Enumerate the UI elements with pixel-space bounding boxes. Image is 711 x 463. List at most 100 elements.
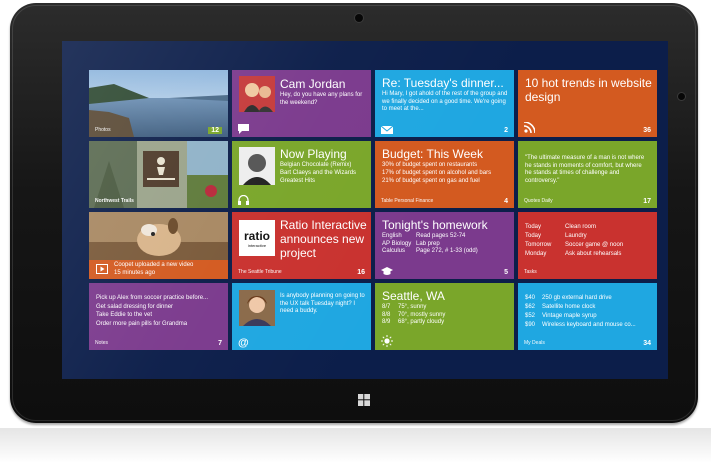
quotes-badge: 17 [643,198,651,205]
notes-tile[interactable]: Pick up Alex from soccer practice before… [89,283,228,350]
forecast-row: 8/8 70°, mostly sunny [382,312,510,320]
forecast-text: 68°, partly cloudy [398,319,445,325]
at-mention-icon: @ [238,337,249,349]
notes-list: Pick up Alex from soccer practice before… [96,294,226,328]
tasks-tile[interactable]: Today Clean room Today Laundry Tomorrow Soc… [518,212,657,279]
task-day: Monday [525,251,547,257]
task-text: Laundry [565,233,587,239]
graduation-cap-icon [381,267,393,275]
deals-list: $40 250 gb external hard drive $62 Satelli… [525,294,655,330]
light-sensor [678,93,685,100]
task-row: Today Laundry [525,232,653,241]
ratio-headline: Ratio Interactive announces new project [280,218,367,260]
assignment: Page 272, # 1-33 (odd) [416,248,478,254]
rss-icon [524,122,535,133]
social-message: Is anybody planning on going to the UX t… [280,293,365,314]
camera [355,14,363,22]
deal-row: $40 250 gb external hard drive [525,294,655,303]
now-playing-title: Now Playing [280,147,347,161]
notes-app-name: Notes [95,340,109,346]
photos-tile[interactable]: Photos 12 [89,70,228,137]
album-name: Greatest Hits [280,178,316,184]
headphones-icon [238,195,249,205]
deal-price: $52 [525,313,536,319]
windows-button[interactable] [352,389,376,411]
notes-badge: 7 [218,340,222,347]
mail-tile[interactable]: Re: Tuesday's dinner... Hi Mary, I got a… [375,70,514,137]
task-row: Monday Ask about rehearsals [525,250,653,259]
artist-name: Bart Claeys and the Wizards [280,170,357,176]
task-day: Tomorrow [525,242,552,248]
forecast-date: 8/9 [382,319,391,325]
video-upload-time: 15 minutes ago [114,270,156,276]
budget-title: Budget: This Week [382,147,483,161]
chat-icon [238,124,249,134]
forecast-row: 8/9 68°, partly cloudy [382,319,510,327]
deal-row: $90 Wireless keyboard and mouse co... [525,321,655,330]
music-tile[interactable]: Now Playing Belgian Chocolate (Remix) Ba… [232,141,371,208]
homework-title: Tonight's homework [382,218,488,232]
news-headline: 10 hot trends in website design [525,76,652,104]
video-tile[interactable]: Coopet uploaded a new video 15 minutes a… [89,212,228,279]
deal-item: 250 gb external hard drive [542,295,612,301]
subject: Calculus [382,248,406,254]
homework-row: Calculus Page 272, # 1-33 (odd) [382,248,510,256]
news-tile[interactable]: 10 hot trends in website design 36 [518,70,657,137]
deal-item: Vintage maple syrup [542,313,597,319]
deal-price: $90 [525,322,536,328]
deal-item: Satellite home clock [542,304,596,310]
video-upload-text: Coopet uploaded a new video [114,262,194,268]
task-day: Today [525,224,542,230]
windows-logo-icon [358,394,370,406]
deals-badge: 34 [643,340,651,347]
tasks-app-name: Tasks [524,269,537,275]
weather-tile[interactable]: Seattle, WA 8/7 75°, sunny 8/8 70°, mostly… [375,283,514,350]
artist-photo [239,147,275,185]
deal-item: Wireless keyboard and mouse co... [542,322,636,328]
finance-badge: 4 [504,198,508,205]
cam-jordan-name: Cam Jordan [280,77,346,91]
tasks-list: Today Clean room Today Laundry Tomorrow Soc… [525,223,653,259]
people-tile[interactable]: Cam Jordan Hey, do you have any plans fo… [232,70,371,137]
budget-line-3: 21% of budget spent on gas and fuel [382,178,480,184]
forecast-text: 75°, sunny [398,304,427,310]
cam-jordan-avatar [239,76,275,112]
ratio-logo-text: ratio [243,229,270,243]
start-screen: Photos 12 Cam Jordan Hey, do you have an… [62,41,668,379]
homework-tile[interactable]: Tonight's homework English Read pages 52-… [375,212,514,279]
quotes-tile[interactable]: "The ultimate measure of a man is not wh… [518,141,657,208]
deal-row: $52 Vintage maple syrup [525,312,655,321]
news-badge: 36 [643,127,651,134]
budget-line-1: 30% of budget spent on restaurants [382,162,478,168]
note-line: Pick up Alex from soccer practice before… [96,295,209,301]
ratio-news-tile[interactable]: ratio interactive Ratio Interactive anno… [232,212,371,279]
deal-row: $62 Satellite home clock [525,303,655,312]
subject: AP Biology [382,240,412,247]
mail-preview: Hi Mary, I got ahold of the rest of the … [382,91,508,112]
trails-label: Northwest Trails [95,198,134,204]
finance-tile[interactable]: Budget: This Week 30% of budget spent on… [375,141,514,208]
forecast-row: 8/7 75°, sunny [382,304,510,312]
trails-tile[interactable]: Northwest Trails [89,141,228,208]
note-line: Take Eddie to the vet [96,312,153,318]
finance-app-name: Table Personal Finance [381,198,434,204]
task-text: Soccer game @ noon [565,242,624,248]
deal-price: $40 [525,295,536,301]
note-line: Get salad dressing for dinner [96,303,174,310]
mail-subject: Re: Tuesday's dinner... [382,76,504,90]
assignment: Lab prep [416,240,440,247]
friend-avatar [239,290,275,326]
quote-text: "The ultimate measure of a man is not wh… [525,155,645,184]
homework-list: English Read pages 52-74 AP Biology Lab pr… [382,233,510,256]
deal-price: $62 [525,304,536,310]
deals-tile[interactable]: $40 250 gb external hard drive $62 Satelli… [518,283,657,350]
ratio-source: The Seattle Tribune [238,269,282,275]
song-title: Belgian Chocolate (Remix) [280,162,352,168]
quotes-app-name: Quotes Daily [524,198,553,204]
task-text: Clean room [565,224,597,230]
social-tile[interactable]: Is anybody planning on going to the UX t… [232,283,371,350]
tablet-body: Photos 12 Cam Jordan Hey, do you have an… [10,3,698,423]
ratio-logo: ratio interactive [239,220,275,256]
homework-row: AP Biology Lab prep [382,241,510,249]
budget-line-2: 17% of budget spent on alcohol and bars [382,170,492,176]
